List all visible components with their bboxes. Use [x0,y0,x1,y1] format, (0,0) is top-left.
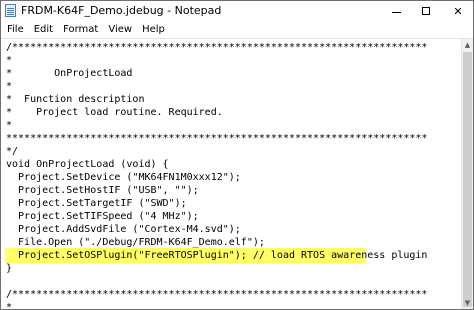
window-title: FRDM-K64F_Demo.jdebug - Notepad [21,4,222,17]
close-button[interactable]: ✕ [443,1,473,21]
code-line: /***************************************… [6,42,428,53]
code-line: * Function description [6,94,145,105]
code-line: * OnProjectLoad [6,68,133,79]
scrollbar-thumb[interactable] [463,52,472,307]
menu-bar: File Edit Format View Help [1,21,473,39]
minimize-icon [391,11,401,13]
code-line: * [6,302,13,309]
code-line: * [6,120,13,131]
code-line: Project.SetTIFSpeed ("4 MHz"); [6,211,199,222]
menu-file[interactable]: File [1,21,29,38]
menu-format[interactable]: Format [58,21,103,38]
code-line: Project.SetHostIF ("USB", ""); [6,185,199,196]
notepad-icon [5,4,16,17]
code-line: ****************************************… [6,133,428,144]
code-line: Project.SetDevice ("MK64FN1M0xxx12"); [6,172,241,183]
menu-help[interactable]: Help [137,21,170,38]
minimize-button[interactable] [381,1,411,21]
scroll-up-arrow-icon[interactable]: ▲ [462,39,473,51]
code-line: void OnProjectLoad (void) { [6,159,169,170]
menu-view[interactable]: View [103,21,137,38]
code-line: Project.SetTargetIF ("SWD"); [6,198,187,209]
code-line: Project.AddSvdFile ("Cortex-M4.svd"); [6,224,241,235]
scroll-down-arrow-icon[interactable]: ▼ [462,297,473,309]
code-line: */ [6,146,19,157]
vertical-scrollbar[interactable]: ▲ ▼ [461,39,473,309]
maximize-icon [422,7,430,15]
text-editor-area[interactable]: /***************************************… [1,39,461,309]
menu-edit[interactable]: Edit [29,21,58,38]
code-line: * [6,81,13,92]
code-line: File.Open ("./Debug/FRDM-K64F_Demo.elf")… [6,237,265,248]
code-line: } [6,263,13,274]
title-bar[interactable]: FRDM-K64F_Demo.jdebug - Notepad ✕ [1,1,473,21]
code-line: Project.SetOSPlugin("FreeRTOSPlugin"); /… [6,250,428,261]
code-line: * [6,55,13,66]
code-line: /***************************************… [6,289,428,300]
maximize-button[interactable] [411,1,441,21]
close-icon: ✕ [453,4,463,18]
code-line: * Project load routine. Required. [6,107,223,118]
notepad-window: FRDM-K64F_Demo.jdebug - Notepad ✕ File E… [0,0,474,310]
